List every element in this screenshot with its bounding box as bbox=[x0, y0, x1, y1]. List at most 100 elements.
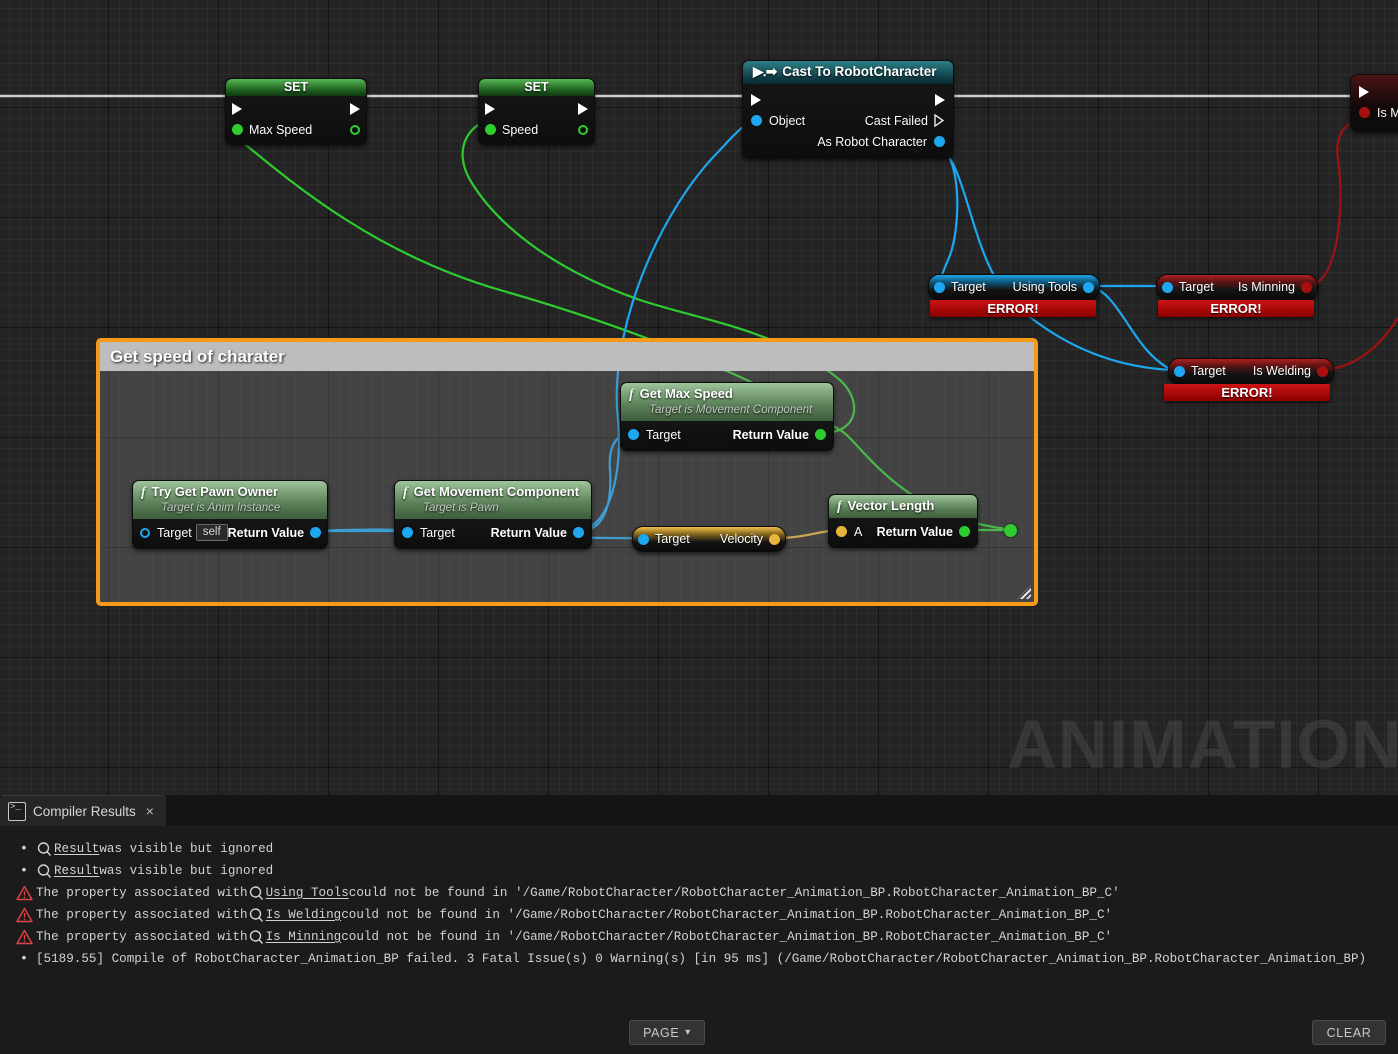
node-title-text: Vector Length bbox=[847, 498, 935, 513]
clear-button[interactable]: CLEAR bbox=[1312, 1020, 1386, 1045]
input-pin-object[interactable] bbox=[751, 115, 762, 126]
log-row[interactable]: The property associated with Is Welding … bbox=[0, 904, 1398, 926]
log-row[interactable]: The property associated with Using Tools… bbox=[0, 882, 1398, 904]
exec-in-pin[interactable] bbox=[232, 102, 242, 115]
node-try-get-pawn-owner[interactable]: f Try Get Pawn Owner Target is Anim Insta… bbox=[132, 480, 328, 549]
compiler-results-panel: Compiler Results × • Result was visible … bbox=[0, 795, 1398, 1054]
output-pin-max-speed[interactable] bbox=[350, 124, 360, 135]
exec-in-pin[interactable] bbox=[1359, 85, 1369, 98]
close-icon[interactable]: × bbox=[146, 803, 154, 819]
node-vector-length[interactable]: f Vector Length A Return Value bbox=[828, 494, 978, 548]
exec-out-pin-cast-failed[interactable] bbox=[934, 114, 945, 127]
pin-label-is-minning-partial: Is Mi bbox=[1377, 105, 1398, 120]
input-pin-a[interactable] bbox=[836, 526, 847, 537]
log-row[interactable]: • [5189.55] Compile of RobotCharacter_An… bbox=[0, 948, 1398, 970]
output-pin-speed[interactable] bbox=[578, 124, 588, 135]
pin-label-is-welding: Is Welding bbox=[1252, 364, 1311, 378]
pin-label-return-value: Return Value bbox=[876, 524, 953, 539]
warning-icon bbox=[12, 885, 36, 901]
node-cast-to-robotcharacter[interactable]: ▶․➡ Cast To RobotCharacter Object Cast Fa… bbox=[742, 60, 954, 159]
log-row[interactable]: • Result was visible but ignored bbox=[0, 838, 1398, 860]
output-pin-as-robot-character[interactable] bbox=[934, 136, 945, 147]
page-button-label: PAGE bbox=[643, 1025, 680, 1040]
node-get-movement-component[interactable]: f Get Movement Component Target is Pawn T… bbox=[394, 480, 592, 549]
node-body: Speed bbox=[479, 96, 594, 144]
cast-title-text: Cast To RobotCharacter bbox=[782, 64, 937, 79]
output-pin-return-value[interactable] bbox=[573, 527, 584, 538]
search-icon[interactable] bbox=[36, 863, 53, 880]
log-text: was visible but ignored bbox=[99, 842, 274, 856]
log-link[interactable]: Using Tools bbox=[266, 886, 349, 900]
node-set-max-speed[interactable]: SET Max Speed bbox=[225, 78, 367, 145]
log-link[interactable]: Is Welding bbox=[266, 908, 342, 922]
node-title: f Vector Length bbox=[837, 498, 969, 515]
input-pin-target[interactable] bbox=[934, 281, 945, 293]
comment-resize-handle[interactable] bbox=[1017, 585, 1031, 599]
input-pin-target[interactable] bbox=[1174, 365, 1185, 377]
output-pin-velocity[interactable] bbox=[769, 533, 780, 545]
log-text: was visible but ignored bbox=[99, 864, 274, 878]
function-icon: f bbox=[141, 485, 146, 500]
error-badge-is-minning: ERROR! bbox=[1158, 300, 1314, 317]
log-text-pre: The property associated with bbox=[36, 886, 248, 900]
pin-label-speed: Speed bbox=[502, 122, 539, 137]
search-icon[interactable] bbox=[36, 841, 53, 858]
blueprint-graph-canvas[interactable]: ANIMATION Get speed of charater SET Max … bbox=[0, 0, 1398, 795]
exec-in-pin[interactable] bbox=[751, 93, 761, 106]
pin-label-object: Object bbox=[769, 113, 806, 128]
node-set-speed[interactable]: SET Speed bbox=[478, 78, 595, 145]
comment-title[interactable]: Get speed of charater bbox=[100, 342, 1034, 371]
log-text: could not be found in '/Game/RobotCharac… bbox=[341, 908, 1113, 922]
log-text: could not be found in '/Game/RobotCharac… bbox=[348, 886, 1120, 900]
search-icon[interactable] bbox=[248, 929, 265, 946]
target-self-field[interactable]: self bbox=[195, 524, 228, 541]
input-pin-target[interactable] bbox=[628, 429, 639, 440]
pin-label-target: Target bbox=[1179, 280, 1214, 294]
page-button[interactable]: PAGE ▾ bbox=[629, 1020, 705, 1045]
node-title-text: Get Movement Component bbox=[413, 484, 580, 499]
reroute-node[interactable] bbox=[1004, 524, 1017, 537]
input-pin-speed[interactable] bbox=[485, 124, 496, 135]
exec-in-pin[interactable] bbox=[485, 102, 495, 115]
output-pin-return-value[interactable] bbox=[310, 527, 322, 538]
pin-label-target: Target bbox=[951, 280, 986, 294]
pin-label-target: Target bbox=[655, 532, 690, 546]
input-pin-is-minning[interactable] bbox=[1359, 107, 1370, 118]
input-pin-target[interactable] bbox=[638, 533, 649, 545]
node-using-tools[interactable]: Target Using Tools bbox=[928, 274, 1100, 300]
exec-out-pin[interactable] bbox=[350, 102, 360, 115]
output-pin-is-minning[interactable] bbox=[1301, 281, 1312, 293]
log-link[interactable]: Result bbox=[54, 864, 99, 878]
input-pin-target[interactable] bbox=[140, 527, 150, 538]
input-pin-max-speed[interactable] bbox=[232, 124, 243, 135]
log-row[interactable]: • Result was visible but ignored bbox=[0, 860, 1398, 882]
comment-box[interactable]: Get speed of charater bbox=[96, 338, 1038, 606]
exec-out-pin[interactable] bbox=[578, 102, 588, 115]
search-icon[interactable] bbox=[248, 907, 265, 924]
log-row[interactable]: The property associated with Is Minning … bbox=[0, 926, 1398, 948]
node-get-max-speed[interactable]: f Get Max Speed Target is Movement Compon… bbox=[620, 382, 834, 451]
output-pin-is-welding[interactable] bbox=[1317, 365, 1328, 377]
tab-compiler-results[interactable]: Compiler Results × bbox=[0, 795, 166, 826]
node-title: SET bbox=[524, 80, 549, 94]
log-text-pre: The property associated with bbox=[36, 930, 248, 944]
node-is-minning[interactable]: Target Is Minning bbox=[1156, 274, 1318, 300]
log-link[interactable]: Is Minning bbox=[266, 930, 342, 944]
output-pin-return-value[interactable] bbox=[959, 526, 970, 537]
tab-bar: Compiler Results × bbox=[0, 795, 1398, 826]
pin-label-a: A bbox=[854, 524, 863, 539]
node-is-welding[interactable]: Target Is Welding bbox=[1168, 358, 1334, 384]
search-icon[interactable] bbox=[248, 885, 265, 902]
error-badge-using-tools: ERROR! bbox=[930, 300, 1096, 317]
node-is-minning-partial[interactable]: Is Mi bbox=[1350, 74, 1398, 132]
node-subtitle: Target is Pawn bbox=[423, 502, 499, 514]
exec-out-pin[interactable] bbox=[935, 93, 945, 106]
input-pin-target[interactable] bbox=[402, 527, 413, 538]
pin-label-return-value: Return Value bbox=[732, 427, 809, 442]
compiler-log-list[interactable]: • Result was visible but ignored • Resul… bbox=[0, 825, 1398, 1034]
output-pin-return-value[interactable] bbox=[815, 429, 826, 440]
output-pin-using-tools[interactable] bbox=[1083, 281, 1094, 293]
log-link[interactable]: Result bbox=[54, 842, 99, 856]
input-pin-target[interactable] bbox=[1162, 281, 1173, 293]
node-velocity[interactable]: Target Velocity bbox=[632, 526, 786, 552]
